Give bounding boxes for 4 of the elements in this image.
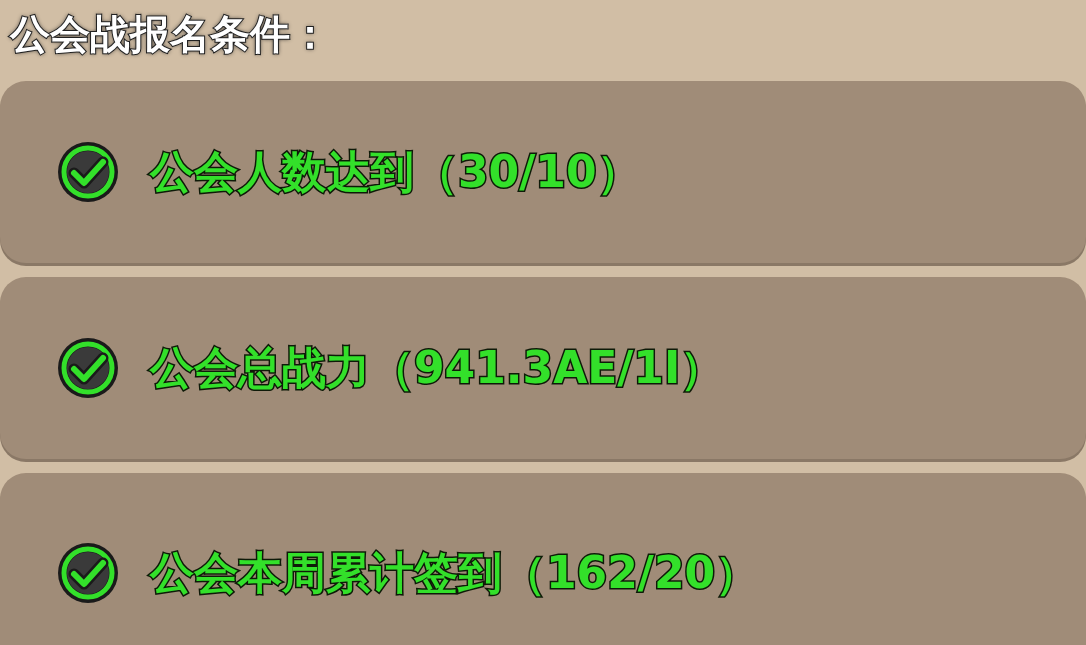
condition-text: 公会总战力（941.3AE/1I）	[150, 341, 725, 395]
condition-text: 公会本周累计签到（162/20）	[150, 546, 760, 600]
section-title: 公会战报名条件：	[10, 14, 330, 54]
condition-text: 公会人数达到（30/10）	[150, 145, 641, 199]
